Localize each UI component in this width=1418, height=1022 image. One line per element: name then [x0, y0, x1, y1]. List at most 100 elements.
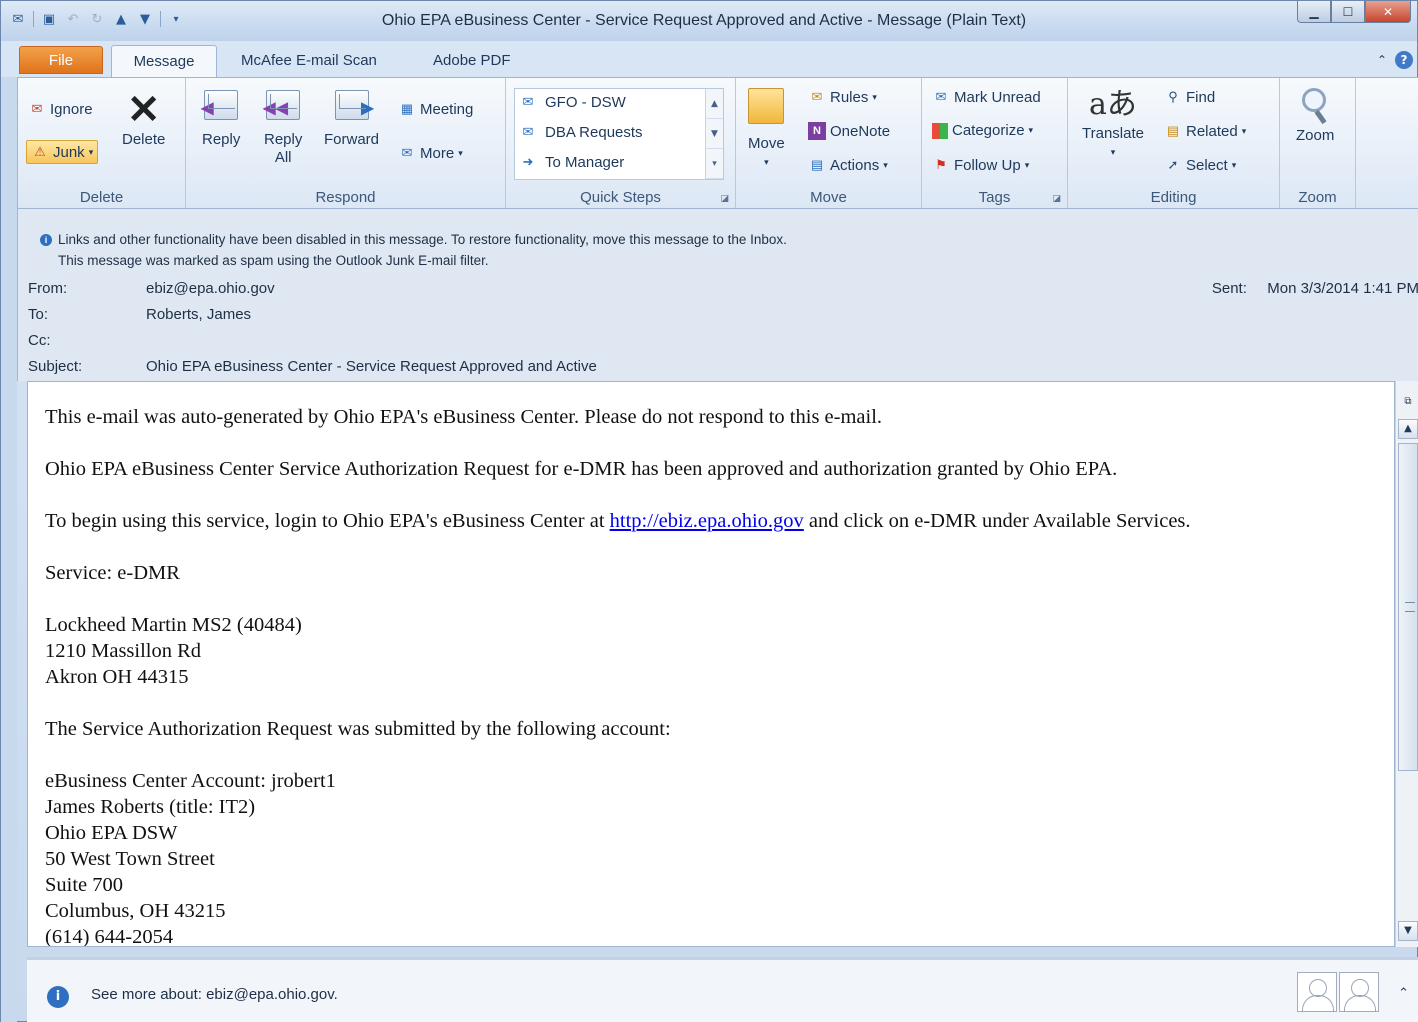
translate-icon: aあ [1089, 87, 1137, 122]
scroll-grip-icon [1405, 602, 1415, 612]
mark-unread-button[interactable]: ✉ Mark Unread [932, 88, 1041, 106]
forward-button[interactable]: ▶ Forward [324, 90, 379, 148]
to-value[interactable]: Roberts, James [146, 306, 251, 323]
ebiz-link[interactable]: http://ebiz.epa.ohio.gov [610, 510, 804, 532]
related-button[interactable]: ▤ Related ▾ [1164, 122, 1246, 140]
magnifier-icon [1300, 86, 1330, 126]
chevron-down-icon: ▾ [883, 159, 888, 170]
zoom-label: Zoom [1296, 127, 1335, 144]
chevron-down-icon: ▾ [88, 146, 94, 157]
body-paragraph: Ohio EPA eBusiness Center Service Author… [45, 458, 1118, 480]
outlook-message-window: ✉ ▣ ↶ ↻ ▲ ▼ ▾ Ohio EPA eBusiness Center … [0, 0, 1418, 1022]
reply-all-icon: ◀◀ [263, 90, 301, 120]
left-frame [1, 77, 17, 1022]
info-icon: i [47, 986, 69, 1008]
rules-label: Rules [830, 88, 869, 106]
onenote-icon: N [808, 122, 826, 140]
maximize-button[interactable]: ☐ [1331, 1, 1365, 23]
flag-icon: ⚑ [935, 157, 947, 172]
chevron-down-icon: ▾ [1028, 125, 1034, 135]
quick-step-icon: ✉ [522, 94, 534, 109]
meeting-button[interactable]: ▦ Meeting [398, 100, 474, 118]
help-icon[interactable]: ? [1395, 51, 1413, 69]
body-text: To begin using this service, login to Oh… [45, 510, 610, 532]
categorize-label: Categorize [952, 122, 1025, 139]
avatar[interactable] [1339, 972, 1379, 1012]
junk-icon: ⚠ [34, 144, 46, 159]
related-label: Related [1186, 122, 1238, 140]
dialog-launcher-icon[interactable]: ◪ [720, 194, 729, 204]
forward-label: Forward [324, 131, 380, 148]
minimize-button[interactable]: ▁ [1297, 1, 1331, 23]
scroll-down-icon[interactable]: ▼ [706, 119, 723, 149]
account-line: 50 West Town Street [45, 848, 215, 870]
address-line: Akron OH 44315 [45, 666, 189, 688]
translate-button[interactable]: aあ Translate ▾ [1082, 86, 1144, 160]
scroll-down-icon[interactable]: ▼ [1398, 921, 1418, 941]
avatar[interactable] [1297, 972, 1337, 1012]
expand-people-pane-icon[interactable]: ⌃ [1398, 986, 1409, 1001]
address-line: 1210 Massillon Rd [45, 640, 202, 662]
group-label-move: Move [810, 189, 847, 206]
tab-adobe-pdf[interactable]: Adobe PDF [419, 45, 525, 77]
meeting-label: Meeting [420, 100, 474, 118]
forward-icon: ▶ [334, 90, 374, 120]
tab-mcafee-email-scan[interactable]: McAfee E-mail Scan [227, 45, 391, 77]
binoculars-icon: ⚲ [1168, 89, 1178, 104]
split-icon[interactable]: ⧉ [1398, 393, 1418, 413]
close-button[interactable]: ✕ [1365, 1, 1411, 23]
quick-step-item[interactable]: ✉ GFO - DSW [519, 89, 626, 115]
account-line: (614) 644-2054 [45, 926, 174, 947]
vertical-scrollbar[interactable]: ⧉ ▲ ▼ [1395, 381, 1418, 947]
reply-all-button[interactable]: ◀◀ Reply All [263, 90, 302, 166]
message-body[interactable]: This e-mail was auto-generated by Ohio E… [27, 381, 1395, 947]
window-controls: ▁ ☐ ✕ [1297, 1, 1411, 23]
onenote-button[interactable]: N OneNote [808, 122, 890, 140]
actions-icon: ▤ [810, 157, 824, 172]
categorize-button[interactable]: Categorize ▾ [932, 122, 1033, 139]
move-button[interactable]: Move ▾ [748, 88, 785, 170]
quick-step-item[interactable]: ✉ DBA Requests [519, 119, 643, 145]
group-label-zoom: Zoom [1298, 189, 1337, 206]
scroll-up-icon[interactable]: ▲ [706, 89, 723, 119]
zoom-button[interactable]: Zoom [1296, 86, 1334, 144]
select-button[interactable]: ➚ Select ▾ [1164, 156, 1237, 174]
dialog-launcher-icon[interactable]: ◪ [1052, 194, 1061, 204]
tab-message[interactable]: Message [111, 45, 217, 78]
junk-button[interactable]: ⚠ Junk ▾ [26, 140, 99, 164]
info-icon: i [40, 234, 52, 246]
address-line: Lockheed Martin MS2 (40484) [45, 614, 302, 636]
people-pane-text[interactable]: See more about: ebiz@epa.ohio.gov. [91, 986, 338, 1003]
scroll-thumb[interactable] [1398, 443, 1418, 771]
from-value[interactable]: ebiz@epa.ohio.gov [146, 280, 275, 297]
reply-button[interactable]: ◀ Reply [201, 90, 241, 148]
actions-button[interactable]: ▤ Actions ▾ [808, 156, 888, 174]
find-button[interactable]: ⚲ Find [1164, 88, 1215, 106]
group-label-respond: Respond [315, 189, 376, 206]
minimize-ribbon-icon[interactable]: ⌃ [1377, 53, 1387, 67]
rules-button[interactable]: ✉ Rules ▾ [808, 88, 877, 106]
follow-up-button[interactable]: ⚑ Follow Up ▾ [932, 156, 1029, 174]
related-icon: ▤ [1166, 123, 1180, 138]
chevron-down-icon: ▾ [872, 91, 877, 102]
group-editing: aあ Translate ▾ ⚲ Find ▤ Related ▾ ➚ Sele… [1068, 78, 1280, 208]
scroll-up-icon[interactable]: ▲ [1398, 419, 1418, 439]
subject-label: Subject: [28, 358, 83, 375]
group-respond: ◀ Reply ◀◀ Reply All ▶ Forward ▦ Meeting… [186, 78, 506, 208]
more-respond-button[interactable]: ✉ More ▾ [398, 144, 463, 162]
ignore-button[interactable]: ✉ Ignore [28, 100, 93, 118]
sent-info: Sent: Mon 3/3/2014 1:41 PM [1212, 280, 1418, 297]
quick-step-icon: ✉ [522, 124, 534, 139]
group-label-editing: Editing [1150, 189, 1197, 206]
quick-step-item[interactable]: ➜ To Manager [519, 149, 625, 175]
account-line: eBusiness Center Account: jrobert1 [45, 770, 336, 792]
delete-button[interactable]: ✕ Delete [122, 90, 165, 148]
tab-row-right-controls: ⌃ ? [1377, 51, 1413, 69]
tab-file[interactable]: File [19, 46, 103, 74]
mark-unread-label: Mark Unread [954, 88, 1041, 106]
rules-icon: ✉ [811, 89, 823, 104]
account-line: James Roberts (title: IT2) [45, 796, 256, 818]
chevron-down-icon: ▾ [1241, 125, 1247, 136]
expand-gallery-icon[interactable]: ▾ [706, 149, 723, 179]
reply-label: Reply [202, 131, 241, 148]
